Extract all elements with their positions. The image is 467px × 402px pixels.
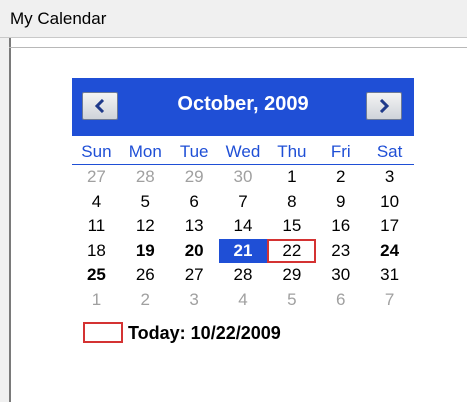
dow-mon: Mon — [128, 142, 162, 161]
calendar-day[interactable]: 9 — [316, 190, 365, 214]
calendar-day[interactable]: 28 — [219, 263, 268, 287]
calendar-day[interactable]: 7 — [219, 190, 268, 214]
calendar-day[interactable]: 28 — [121, 165, 170, 189]
calendar-week-row: 4 5 6 7 8 9 10 — [72, 190, 414, 215]
calendar-day[interactable]: 13 — [170, 214, 219, 238]
calendar-day[interactable]: 6 — [316, 288, 365, 312]
day-of-week-header: Sun Mon Tue Wed Thu Fri Sat — [72, 138, 414, 165]
calendar-day[interactable]: 8 — [267, 190, 316, 214]
calendar-day[interactable]: 31 — [365, 263, 414, 287]
calendar-day[interactable]: 29 — [170, 165, 219, 189]
calendar-day[interactable]: 2 — [121, 288, 170, 312]
calendar-day[interactable]: 11 — [72, 214, 121, 238]
calendar-day[interactable]: 30 — [219, 165, 268, 189]
calendar-day[interactable]: 2 — [316, 165, 365, 189]
calendar-day[interactable]: 25 — [72, 263, 121, 287]
calendar-header: October, 2009 — [72, 78, 414, 136]
calendar-day[interactable]: 1 — [267, 165, 316, 189]
calendar-day[interactable]: 15 — [267, 214, 316, 238]
calendar-day-today[interactable]: 22 — [267, 238, 317, 263]
calendar-day[interactable]: 7 — [365, 288, 414, 312]
calendar-week-row: 18 19 20 21 22 23 24 — [72, 238, 414, 264]
calendar-day[interactable]: 16 — [316, 214, 365, 238]
calendar-week-row: 25 26 27 28 29 30 31 — [72, 263, 414, 288]
prev-month-button[interactable] — [82, 92, 118, 120]
calendar-week-row: 11 12 13 14 15 16 17 — [72, 214, 414, 239]
calendar-day[interactable]: 1 — [72, 288, 121, 312]
calendar: October, 2009 Sun Mon Tue Wed Thu Fri Sa… — [72, 78, 414, 350]
calendar-day[interactable]: 18 — [72, 239, 121, 263]
frame-border-top — [9, 47, 467, 48]
calendar-week-row: 27 28 29 30 1 2 3 — [72, 165, 414, 190]
calendar-day[interactable]: 27 — [170, 263, 219, 287]
calendar-day[interactable]: 26 — [121, 263, 170, 287]
frame-border-left — [9, 38, 11, 402]
calendar-day-selected[interactable]: 21 — [218, 238, 268, 263]
panel-title: My Calendar — [10, 9, 107, 28]
calendar-day[interactable]: 30 — [316, 263, 365, 287]
calendar-day[interactable]: 23 — [316, 239, 365, 263]
calendar-day[interactable]: 5 — [121, 190, 170, 214]
calendar-day[interactable]: 3 — [170, 288, 219, 312]
today-footer: Today: 10/22/2009 — [72, 318, 414, 350]
dow-thu: Thu — [277, 142, 307, 161]
calendar-day[interactable]: 29 — [267, 263, 316, 287]
month-title: October, 2009 — [177, 93, 309, 115]
calendar-day[interactable]: 4 — [72, 190, 121, 214]
calendar-day[interactable]: 12 — [121, 214, 170, 238]
frame-margin — [0, 38, 9, 402]
calendar-day[interactable]: 19 — [121, 239, 170, 263]
calendar-day[interactable]: 10 — [365, 190, 414, 214]
chevron-right-icon — [379, 99, 390, 113]
dow-sun: Sun — [81, 142, 112, 161]
dow-tue: Tue — [179, 142, 209, 161]
dow-fri: Fri — [330, 142, 351, 161]
calendar-day[interactable]: 24 — [365, 239, 414, 263]
calendar-day[interactable]: 20 — [170, 239, 219, 263]
calendar-day[interactable]: 6 — [170, 190, 219, 214]
chevron-left-icon — [94, 99, 105, 113]
dow-wed: Wed — [225, 142, 261, 161]
calendar-grid: 27 28 29 30 1 2 3 4 5 6 7 8 9 10 11 12 13 14 15 16 17 18 19 20 2… — [72, 165, 414, 312]
calendar-day[interactable]: 3 — [365, 165, 414, 189]
calendar-day[interactable]: 27 — [72, 165, 121, 189]
calendar-day[interactable]: 5 — [267, 288, 316, 312]
today-marker-swatch — [83, 322, 123, 343]
calendar-day[interactable]: 17 — [365, 214, 414, 238]
calendar-day[interactable]: 14 — [219, 214, 268, 238]
calendar-week-row: 1234567 — [72, 288, 414, 313]
today-link[interactable]: Today: 10/22/2009 — [128, 323, 281, 344]
calendar-day[interactable]: 4 — [219, 288, 268, 312]
next-month-button[interactable] — [366, 92, 402, 120]
panel-header: My Calendar — [0, 0, 467, 38]
dow-sat: Sat — [376, 142, 403, 161]
